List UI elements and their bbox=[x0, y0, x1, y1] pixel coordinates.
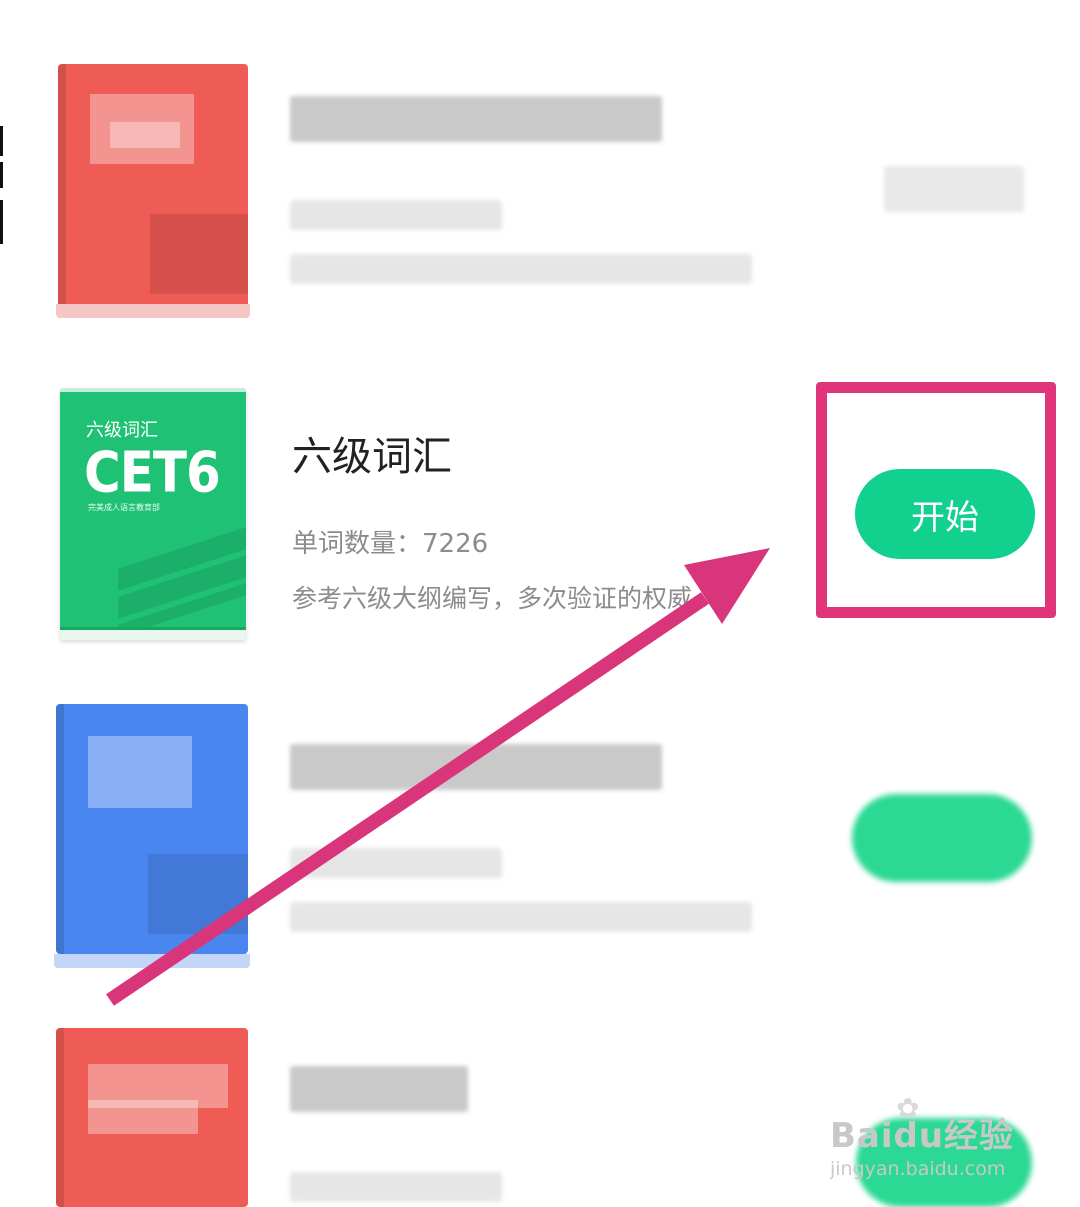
watermark-main: Baidu经验 bbox=[830, 1116, 1015, 1156]
word-count: 单词数量：7226 bbox=[292, 529, 489, 559]
edge-artifact bbox=[0, 126, 3, 156]
edge-artifact bbox=[0, 200, 3, 244]
cover-publisher: 完美成人语言教育部 bbox=[88, 503, 160, 512]
blurred-title bbox=[290, 1066, 468, 1112]
book-cover-blue bbox=[56, 704, 248, 954]
blurred-word-count bbox=[290, 200, 502, 230]
vocabulary-book-list: 六级词汇 CET6 完美成人语言教育部 六级词汇 单词数量：7226 参考六级大… bbox=[0, 0, 1080, 1207]
blurred-status bbox=[884, 166, 1024, 212]
blurred-word-count bbox=[290, 1172, 502, 1202]
baidu-jingyan-watermark: ✿ Baidu经验 jingyan.baidu.com bbox=[830, 1092, 1070, 1190]
book-page-edge bbox=[54, 954, 250, 968]
book-cover-cet6: 六级词汇 CET6 完美成人语言教育部 bbox=[60, 388, 246, 640]
watermark-url: jingyan.baidu.com bbox=[830, 1158, 1006, 1180]
book-page-edge bbox=[56, 304, 250, 318]
edge-artifact bbox=[0, 162, 3, 188]
blurred-start-button[interactable] bbox=[852, 794, 1032, 882]
book-title: 六级词汇 bbox=[292, 434, 452, 480]
cover-small-title: 六级词汇 bbox=[86, 420, 158, 441]
blurred-description bbox=[290, 902, 752, 932]
blurred-word-count bbox=[290, 848, 502, 878]
highlight-box bbox=[816, 382, 1056, 618]
blurred-description bbox=[290, 254, 752, 284]
book-cover-red bbox=[56, 1028, 248, 1207]
book-description: 参考六级大纲编写，多次验证的权威... bbox=[292, 584, 716, 613]
cover-big-title: CET6 bbox=[84, 440, 221, 505]
book-cover-red bbox=[58, 64, 248, 314]
blurred-title bbox=[290, 96, 662, 142]
blurred-title bbox=[290, 744, 662, 790]
